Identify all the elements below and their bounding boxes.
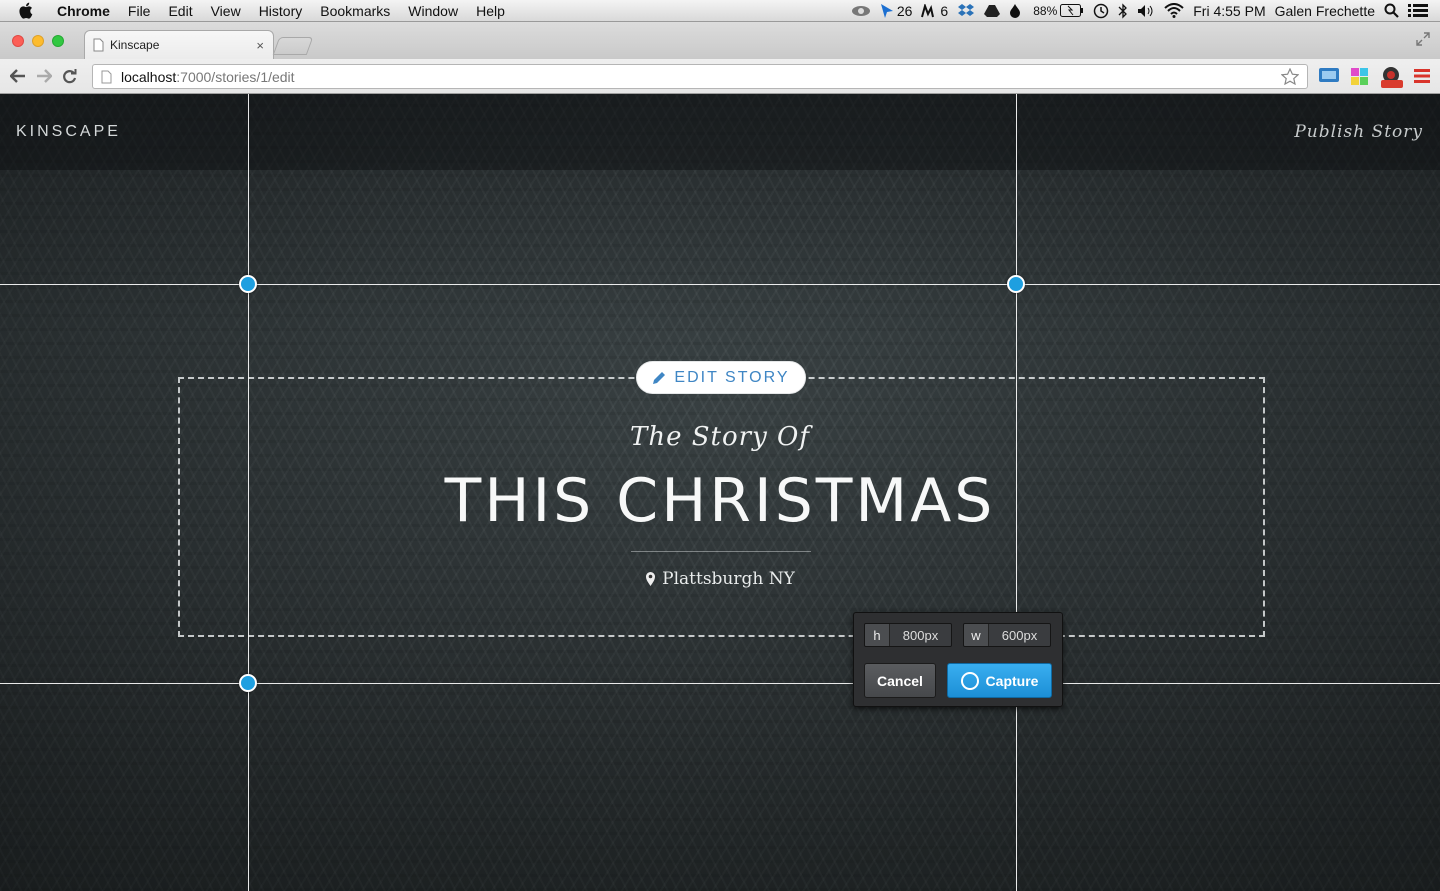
flame-icon[interactable] (1009, 3, 1021, 19)
tab-title: Kinscape (110, 38, 160, 52)
crop-handle-top-left[interactable] (239, 275, 257, 293)
capture-button[interactable]: Capture (947, 663, 1052, 698)
apple-menu-icon[interactable] (18, 2, 36, 19)
map-pin-icon (645, 571, 656, 587)
close-window-button[interactable] (12, 35, 24, 47)
menu-app-chrome[interactable]: Chrome (48, 0, 119, 22)
clock[interactable]: Fri 4:55 PM (1193, 3, 1265, 19)
url-host: localhost (121, 68, 177, 85)
story-location: Plattsburgh NY (0, 569, 1440, 589)
screen-share-extension-icon[interactable] (1318, 66, 1340, 86)
location-text: Plattsburgh NY (662, 569, 795, 589)
menu-bookmarks[interactable]: Bookmarks (311, 0, 399, 22)
story-page: KINSCAPE Publish Story EDIT STORY The St… (0, 94, 1440, 891)
zoom-window-button[interactable] (52, 35, 64, 47)
menu-edit[interactable]: Edit (159, 0, 201, 22)
eye-status-icon[interactable] (851, 4, 871, 18)
menu-bar: Chrome File Edit View History Bookmarks … (0, 0, 1440, 22)
menu-view[interactable]: View (202, 0, 250, 22)
battery-status-item[interactable]: 88% (1030, 4, 1084, 18)
edit-story-button[interactable]: EDIT STORY (636, 361, 806, 394)
minimize-window-button[interactable] (32, 35, 44, 47)
activity-icon (921, 3, 935, 17)
dropbox-icon[interactable] (957, 3, 975, 19)
title-divider (631, 551, 811, 552)
menu-history[interactable]: History (250, 0, 312, 22)
site-header: KINSCAPE Publish Story (0, 94, 1440, 170)
menu-file[interactable]: File (119, 0, 160, 22)
page-info-icon[interactable] (101, 70, 112, 84)
time-machine-icon[interactable] (1093, 3, 1109, 19)
cursor-count: 26 (896, 2, 913, 19)
address-bar[interactable]: localhost:7000/stories/1/edit (92, 64, 1308, 89)
publish-story-link[interactable]: Publish Story (1294, 122, 1423, 142)
forward-arrow-icon[interactable] (36, 69, 52, 83)
menu-window[interactable]: Window (399, 0, 467, 22)
cursor-status-item[interactable]: 26 (880, 2, 913, 19)
crop-guide-top[interactable] (0, 284, 1440, 285)
spotlight-search-icon[interactable] (1384, 3, 1399, 18)
back-arrow-icon[interactable] (10, 69, 26, 83)
cursor-icon (880, 3, 893, 18)
status-area: 26 6 88% Fri 4:55 PM Galen Frechette (842, 0, 1440, 22)
drive-icon[interactable] (984, 4, 1001, 18)
browser-toolbar: localhost:7000/stories/1/edit (0, 59, 1440, 94)
color-picker-extension-icon[interactable] (1349, 66, 1371, 86)
pulse-status-item[interactable]: 6 (921, 3, 948, 19)
volume-icon[interactable] (1137, 4, 1155, 18)
crop-guide-bottom[interactable] (0, 683, 1440, 684)
activity-count: 6 (940, 2, 949, 19)
window-controls (12, 35, 72, 47)
height-field[interactable]: h 800px (864, 623, 952, 647)
chrome-menu-icon[interactable] (1414, 69, 1430, 83)
capture-ring-icon (960, 671, 979, 690)
battery-icon (1060, 4, 1084, 17)
width-field[interactable]: w 600px (963, 623, 1051, 647)
battery-percent: 88% (1033, 3, 1058, 18)
crop-guide-left[interactable] (248, 94, 249, 891)
browser-tab-strip: Kinscape × (0, 22, 1440, 59)
pencil-icon (652, 371, 666, 385)
url-path: :7000/stories/1/edit (176, 68, 295, 85)
height-value[interactable]: 800px (889, 624, 951, 646)
bluetooth-icon[interactable] (1118, 2, 1128, 19)
page-icon (93, 38, 104, 52)
notification-center-icon[interactable] (1408, 3, 1428, 18)
kinscape-logo[interactable]: KINSCAPE (16, 123, 121, 141)
story-pretitle: The Story Of (630, 422, 810, 452)
new-tab-button[interactable] (272, 37, 314, 55)
story-title: THIS CHRISTMAS (444, 466, 996, 536)
capture-panel: h 800px w 600px Cancel Capture (853, 612, 1063, 707)
width-label: w (964, 624, 988, 646)
edit-story-label: EDIT STORY (674, 368, 790, 386)
crop-guide-right[interactable] (1016, 94, 1017, 891)
wifi-icon[interactable] (1164, 3, 1184, 18)
user-name[interactable]: Galen Frechette (1275, 3, 1375, 19)
reload-icon[interactable] (62, 68, 77, 84)
bookmark-star-icon[interactable] (1281, 68, 1299, 85)
capture-label: Capture (985, 672, 1039, 689)
height-label: h (865, 624, 889, 646)
tab-close-icon[interactable]: × (256, 38, 264, 53)
cancel-button[interactable]: Cancel (864, 663, 936, 698)
crop-handle-bottom-left[interactable] (239, 674, 257, 692)
tab-kinscape[interactable]: Kinscape × (84, 30, 274, 59)
width-value[interactable]: 600px (988, 624, 1050, 646)
fullscreen-icon[interactable] (1416, 32, 1430, 51)
menu-help[interactable]: Help (467, 0, 514, 22)
new-badge-extension-icon[interactable] (1380, 66, 1404, 88)
crop-handle-top-right[interactable] (1007, 275, 1025, 293)
